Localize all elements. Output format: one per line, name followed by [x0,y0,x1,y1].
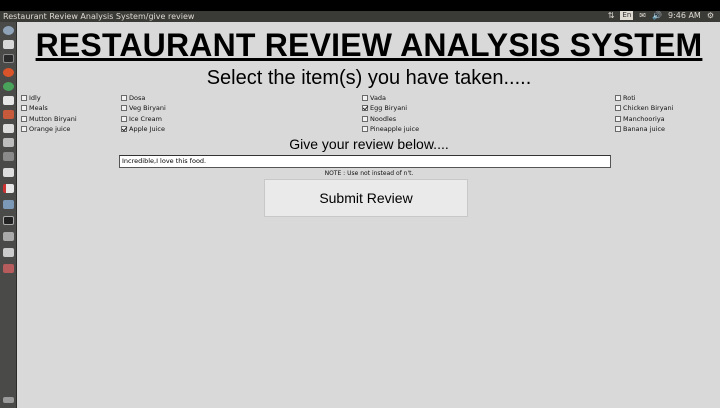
item-label: Apple Juice [129,125,165,133]
review-input[interactable]: Incredible,I love this food. [119,155,611,168]
item-checkbox[interactable] [121,126,127,132]
item-checkbox[interactable] [121,95,127,101]
item-label: Noodles [370,115,397,123]
submit-review-button[interactable]: Submit Review [264,179,468,217]
system-tray: ⇅ En ✉ 🔊 9:46 AM ⚙ [608,11,714,20]
item-idly[interactable]: Idly [21,93,41,103]
item-checkbox[interactable] [362,95,368,101]
writer-icon[interactable] [3,124,14,133]
network-icon[interactable]: ⇅ [608,11,615,20]
image-viewer-icon[interactable] [3,264,14,273]
item-apple-juice[interactable]: Apple Juice [121,124,165,134]
review-note: NOTE : Use not instead of n't. [324,170,414,177]
item-pineapple-juice[interactable]: Pineapple juice [362,124,419,134]
item-label: Roti [623,94,636,102]
item-checkbox[interactable] [615,116,621,122]
item-label: Dosa [129,94,146,102]
item-label: Manchooriya [623,115,665,123]
app-heading: RESTAURANT REVIEW ANALYSIS SYSTEM [35,27,703,63]
item-label: Veg Biryani [129,104,166,112]
item-veg-biryani[interactable]: Veg Biryani [121,103,166,113]
calc-icon[interactable] [3,138,14,147]
pdf-viewer-icon[interactable] [3,184,14,193]
item-checkbox[interactable] [615,95,621,101]
window-title: Restaurant Review Analysis System/give r… [3,12,195,21]
dash-icon[interactable] [3,26,14,35]
document-icon[interactable] [3,96,14,105]
item-ice-cream[interactable]: Ice Cream [121,114,162,124]
item-checkbox[interactable] [615,126,621,132]
item-manchooriya[interactable]: Manchooriya [615,114,665,124]
top-strip [0,0,720,11]
item-label: Orange juice [29,125,71,133]
item-checkbox[interactable] [21,95,27,101]
item-checkbox[interactable] [362,105,368,111]
app-window: RESTAURANT REVIEW ANALYSIS SYSTEM Select… [18,22,720,408]
select-items-prompt: Select the item(s) you have taken..... [206,67,532,89]
item-dosa[interactable]: Dosa [121,93,145,103]
item-egg-biryani[interactable]: Egg Biryani [362,103,407,113]
item-checkbox[interactable] [362,126,368,132]
item-label: Egg Biryani [370,104,408,112]
clock[interactable]: 9:46 AM [668,11,701,20]
files-icon[interactable] [3,40,14,49]
item-label: Pineapple juice [370,125,420,133]
mail-icon[interactable]: ✉ [639,11,646,20]
keyboard-layout-indicator[interactable]: En [620,11,634,20]
volume-icon[interactable]: 🔊 [652,11,662,20]
trash-icon[interactable] [3,397,14,403]
item-label: Mutton Biryani [29,115,77,123]
system-top-bar: Restaurant Review Analysis System/give r… [0,0,720,22]
review-prompt: Give your review below.... [289,136,449,152]
item-checkbox[interactable] [615,105,621,111]
app-icon[interactable] [3,152,14,161]
item-checkbox[interactable] [21,126,27,132]
chrome-icon[interactable] [3,82,14,91]
item-checkbox[interactable] [21,105,27,111]
display-icon[interactable] [3,216,14,225]
item-vada[interactable]: Vada [362,93,386,103]
item-mutton-biryani[interactable]: Mutton Biryani [21,114,77,124]
item-chicken-biryani[interactable]: Chicken Biryani [615,103,673,113]
item-label: Idly [29,94,41,102]
terminal-icon[interactable] [3,54,14,63]
text-editor-icon[interactable] [3,200,14,209]
window-icon[interactable] [3,248,14,257]
item-orange-juice[interactable]: Orange juice [21,124,70,134]
item-meals[interactable]: Meals [21,103,48,113]
item-label: Meals [29,104,48,112]
font-viewer-icon[interactable] [3,168,14,177]
power-gear-icon[interactable]: ⚙ [707,11,714,20]
item-label: Ice Cream [129,115,162,123]
item-label: Banana juice [623,125,666,133]
item-checkbox[interactable] [21,116,27,122]
item-checkbox[interactable] [121,116,127,122]
item-checkbox[interactable] [121,105,127,111]
drive-icon[interactable] [3,232,14,241]
item-roti[interactable]: Roti [615,93,636,103]
item-label: Vada [370,94,387,102]
item-checkbox[interactable] [362,116,368,122]
item-banana-juice[interactable]: Banana juice [615,124,665,134]
item-label: Chicken Biryani [623,104,674,112]
software-center-icon[interactable] [3,110,14,119]
launcher-bar [0,22,17,408]
firefox-icon[interactable] [3,68,14,77]
item-noodles[interactable]: Noodles [362,114,396,124]
